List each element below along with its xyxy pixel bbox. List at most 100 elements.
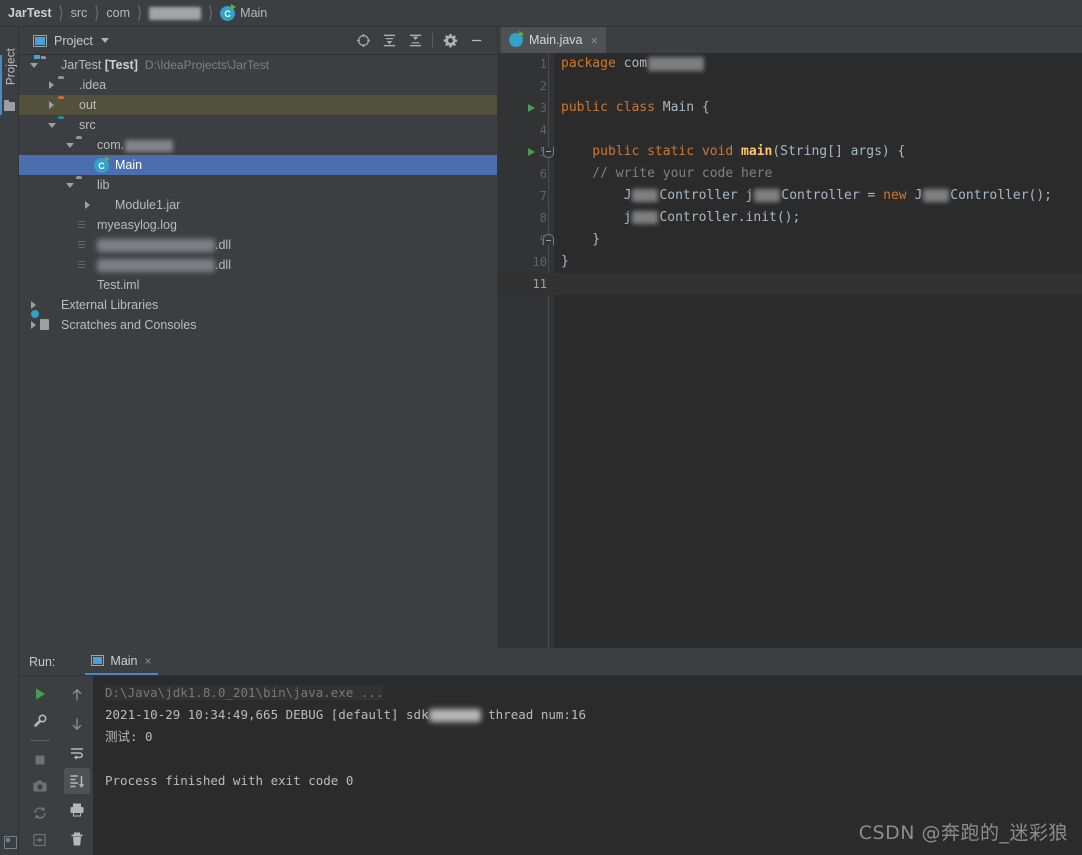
tree-item-label: com. (97, 135, 174, 155)
print-icon[interactable] (64, 797, 90, 823)
project-tree[interactable]: JarTest [Test] D:\IdeaProjects\JarTest .id… (19, 55, 497, 648)
tree-item[interactable]: lib (19, 175, 497, 195)
gutter-line-number[interactable]: 2 (498, 75, 554, 97)
chevron-right-icon[interactable] (45, 75, 58, 95)
tree-item[interactable]: myeasylog.log (19, 215, 497, 235)
redacted-text-block (149, 6, 202, 20)
arrow-up-icon[interactable] (64, 682, 90, 708)
code-line[interactable]: } (554, 251, 1082, 273)
expand-all-icon[interactable] (376, 28, 402, 54)
redacted-text-block (923, 189, 950, 202)
breadcrumb-com[interactable]: com (106, 0, 130, 26)
gutter-line-number[interactable]: 4 (498, 119, 554, 141)
settings-gear-icon[interactable] (437, 28, 463, 54)
tree-item[interactable]: Module1.jar (19, 195, 497, 215)
tree-item[interactable]: .dll (19, 235, 497, 255)
gutter-line-number[interactable]: 1 (498, 53, 554, 75)
file-dll-icon (76, 257, 92, 273)
gutter-line-number[interactable]: 7 (498, 185, 554, 207)
terminal-icon[interactable] (4, 836, 17, 849)
run-gutter-icon[interactable] (528, 104, 535, 112)
project-view-icon (33, 34, 47, 47)
tree-item[interactable]: com. (19, 135, 497, 155)
hide-icon[interactable] (463, 28, 489, 54)
gutter-line-number[interactable]: 10 (498, 251, 554, 273)
fold-close-icon[interactable] (543, 234, 554, 245)
breadcrumb-label: JarTest (8, 6, 52, 20)
gutter-line-number[interactable]: 3 (498, 97, 554, 119)
code-line[interactable] (554, 273, 1082, 295)
close-icon[interactable]: × (145, 654, 152, 668)
tree-item-label: .idea (79, 78, 107, 92)
wrench-settings-icon[interactable] (27, 709, 53, 733)
run-gutter-icon[interactable] (528, 148, 535, 156)
tree-item-label: Test.iml (97, 278, 140, 292)
breadcrumb-label: Main (240, 6, 268, 20)
package-icon (76, 137, 92, 153)
chevron-right-icon[interactable] (81, 195, 94, 215)
breadcrumb-main[interactable]: C Main (220, 0, 267, 26)
editor-tab-main-java[interactable]: Main.java × (501, 27, 607, 53)
code-line[interactable]: j Controller.init(); (554, 207, 1082, 229)
tree-item[interactable]: JarTest [Test] D:\IdeaProjects\JarTest (19, 55, 497, 75)
java-class-icon: C (220, 4, 237, 21)
console-line: Process finished with exit code 0 (105, 773, 354, 788)
chevron-right-icon[interactable] (45, 95, 58, 115)
tree-item[interactable]: .dll (19, 255, 497, 275)
fold-open-icon[interactable] (543, 147, 554, 158)
tree-item-label: .dll (97, 235, 231, 255)
select-opened-file-icon[interactable] (350, 28, 376, 54)
collapse-all-icon[interactable] (402, 28, 428, 54)
tree-item[interactable]: External Libraries (19, 295, 497, 315)
tree-item-label: lib (97, 178, 110, 192)
console-line: 测试: 0 (105, 729, 153, 744)
redacted-text-block (632, 211, 659, 224)
tree-item[interactable]: out (19, 95, 497, 115)
breadcrumb-separator-icon: ⟩ (94, 2, 100, 23)
run-panel-label: Run: (29, 654, 56, 669)
breadcrumb-jartest[interactable]: JarTest (8, 0, 52, 26)
code-line[interactable] (554, 75, 1082, 97)
arrow-down-icon[interactable] (64, 711, 90, 737)
editor-gutter[interactable]: 1234567891011 (498, 53, 554, 648)
camera-dump-icon[interactable] (27, 774, 53, 798)
code-content[interactable]: package com public class Main { public s… (554, 53, 1082, 648)
chevron-down-icon[interactable] (100, 38, 109, 43)
editor-area: Main.java × 1234567891011 package com pu… (498, 27, 1082, 648)
sidebar-tab-project[interactable]: Project (2, 36, 21, 98)
tree-item[interactable]: Test.iml (19, 275, 497, 295)
gutter-line-number[interactable]: 11 (498, 273, 554, 295)
code-line[interactable]: package com (554, 53, 1082, 75)
idea-window: JarTest ⟩ src ⟩ com ⟩ ⟩ C Main Project P… (0, 0, 1082, 855)
restart-icon[interactable] (27, 801, 53, 825)
trash-icon[interactable] (64, 826, 90, 852)
breadcrumb-redacted-package[interactable] (149, 0, 202, 26)
close-icon[interactable]: × (591, 34, 599, 47)
code-line[interactable]: public class Main { (554, 97, 1082, 119)
breadcrumb-src[interactable]: src (71, 0, 88, 26)
external-libraries-icon (40, 297, 56, 313)
chevron-down-icon[interactable] (45, 115, 58, 135)
pin-tab-icon[interactable] (27, 828, 53, 852)
tree-item[interactable]: src (19, 115, 497, 135)
code-line[interactable] (554, 119, 1082, 141)
chevron-down-icon[interactable] (63, 135, 76, 155)
code-line[interactable]: } (554, 229, 1082, 251)
file-dll-icon (76, 237, 92, 253)
gutter-line-number[interactable]: 8 (498, 207, 554, 229)
chevron-down-icon[interactable] (63, 175, 76, 195)
tree-item[interactable]: C Main (19, 155, 497, 175)
code-editor[interactable]: 1234567891011 package com public class M… (498, 53, 1082, 648)
gutter-line-number[interactable]: 6 (498, 163, 554, 185)
run-tab-main[interactable]: Main × (85, 648, 158, 675)
tree-item-label: src (79, 118, 96, 132)
tree-item[interactable]: .idea (19, 75, 497, 95)
code-line[interactable]: public static void main(String[] args) { (554, 141, 1082, 163)
soft-wrap-icon[interactable] (64, 740, 90, 766)
tree-item[interactable]: Scratches and Consoles (19, 315, 497, 335)
code-line[interactable]: // write your code here (554, 163, 1082, 185)
code-line[interactable]: J Controller j Controller = new J Controlle… (554, 185, 1082, 207)
rerun-icon[interactable] (27, 682, 53, 706)
scroll-to-end-icon[interactable] (63, 768, 90, 795)
